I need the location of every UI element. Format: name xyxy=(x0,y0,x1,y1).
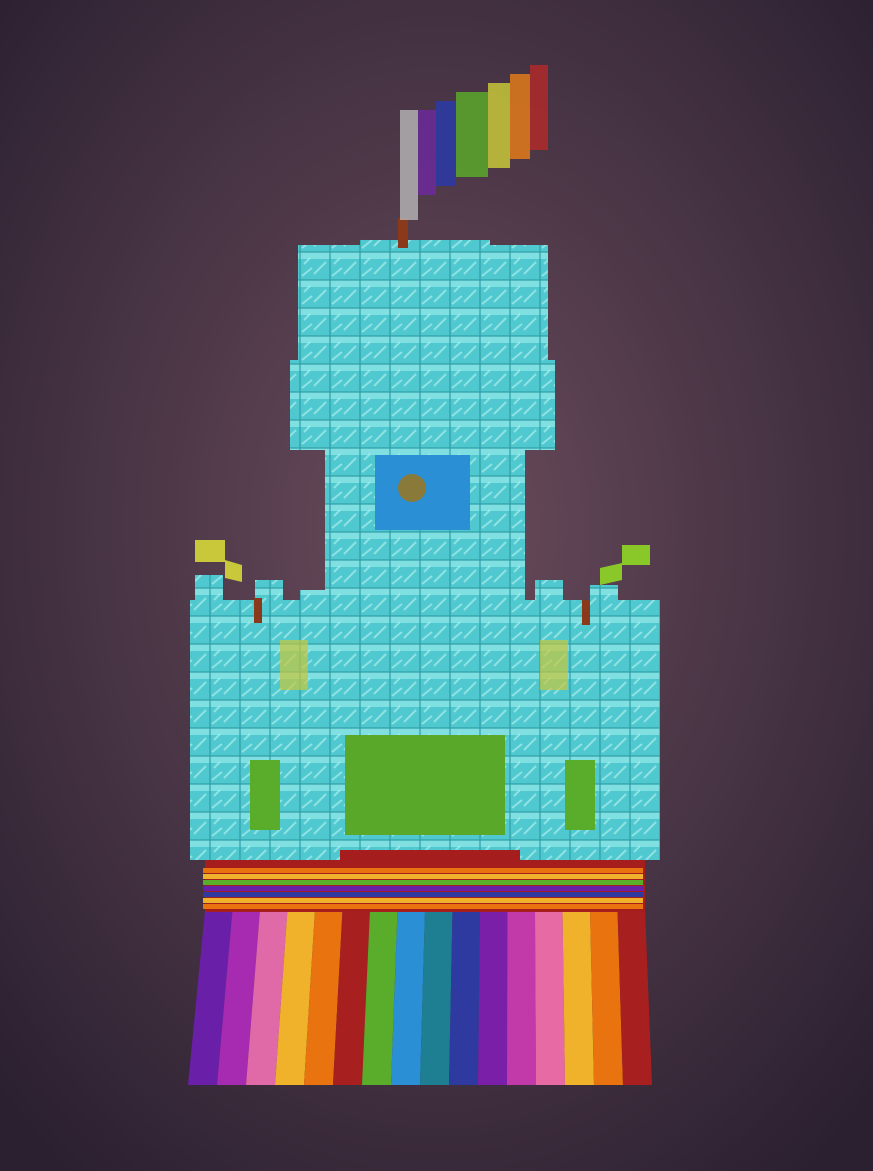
game-viewport xyxy=(0,0,873,1171)
base-stripe xyxy=(203,904,643,909)
right-window xyxy=(565,760,595,830)
center-keep xyxy=(325,440,530,850)
flag-stripe xyxy=(418,110,436,195)
flag-stripe xyxy=(488,83,510,168)
floor-stripe xyxy=(449,910,480,1085)
floor-stripe xyxy=(478,910,508,1085)
flag-stripe xyxy=(436,101,456,186)
floor-stripe xyxy=(420,910,453,1085)
gate xyxy=(345,735,505,835)
floor-stripe xyxy=(535,910,565,1085)
floor-stripe xyxy=(590,910,623,1085)
left-upper-window xyxy=(280,640,308,690)
floor-stripe xyxy=(562,910,594,1085)
castle-scene xyxy=(0,0,873,1171)
main-flag-post xyxy=(398,218,408,248)
flag-stripe xyxy=(456,92,488,177)
mob xyxy=(398,474,426,502)
base-stripe xyxy=(203,874,643,879)
base-stripe xyxy=(203,880,643,885)
left-flag-post xyxy=(254,598,262,623)
left-window xyxy=(250,760,280,830)
right-flag-post xyxy=(582,600,590,625)
right-upper-window xyxy=(540,640,568,690)
tower-roof xyxy=(290,240,555,450)
floor-stripe xyxy=(507,910,536,1085)
base-stripe xyxy=(203,898,643,903)
base-stripe xyxy=(203,886,643,891)
left-wing xyxy=(190,575,340,860)
flag-stripe xyxy=(510,74,530,159)
base-stripe xyxy=(203,892,643,897)
rainbow-floor xyxy=(188,910,652,1085)
main-flag-pole xyxy=(400,110,418,220)
flag-stripe xyxy=(530,65,548,150)
base-stripe xyxy=(203,868,643,873)
